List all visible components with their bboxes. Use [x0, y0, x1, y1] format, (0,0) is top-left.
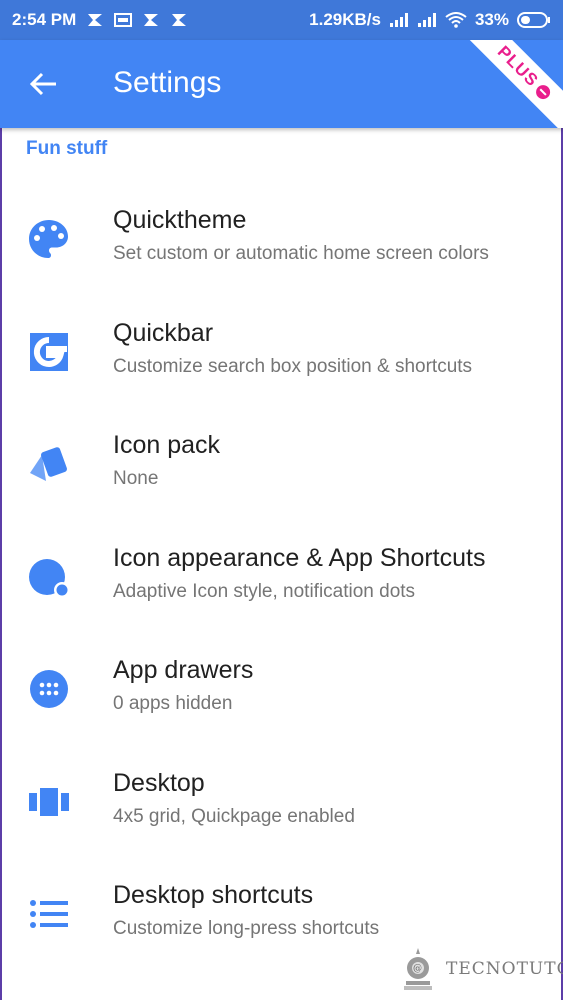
section-header: Fun stuff [26, 138, 108, 159]
item-subtitle: 0 apps hidden [113, 693, 233, 714]
app-bar: Settings PLUS [0, 40, 563, 128]
item-subtitle: None [113, 468, 159, 489]
watermark-logo-icon: @ [404, 948, 432, 990]
plus-badge-label: PLUS [493, 42, 543, 91]
list-item-desktop-shortcuts[interactable]: Desktop shortcuts Customize long-press s… [0, 841, 563, 954]
desktop-icon [29, 787, 69, 816]
item-title: Icon pack [113, 431, 221, 459]
list-item-icon-pack[interactable]: Icon pack None [0, 391, 563, 504]
signal-icon [417, 13, 436, 27]
item-title: Icon appearance & App Shortcuts [113, 543, 486, 572]
plus-badge: PLUS [460, 40, 563, 128]
watermark: @ TECNOTUTO [398, 944, 563, 994]
palette-icon [29, 220, 68, 258]
item-subtitle: 4x5 grid, Quickpage enabled [113, 805, 355, 827]
notification-icon [144, 14, 159, 26]
back-arrow-icon[interactable] [26, 66, 62, 102]
item-title: Quickbar [113, 318, 214, 347]
list-item-quicktheme[interactable]: Quicktheme Set custom or automatic home … [0, 166, 563, 279]
settings-list: Quicktheme Set custom or automatic home … [0, 166, 563, 954]
google-g-icon [30, 332, 68, 371]
app-drawer-icon [30, 670, 68, 708]
watermark-text: TECNOTUTO [446, 959, 563, 979]
item-subtitle: Customize long-press shortcuts [113, 918, 380, 939]
item-title: App drawers [113, 656, 254, 684]
network-speed: 1.29KB/s [309, 10, 381, 29]
list-item-app-drawers[interactable]: App drawers 0 apps hidden [0, 616, 563, 729]
wifi-icon [445, 12, 467, 28]
battery-percent: 33% [474, 10, 509, 29]
list-item-icon-appearance[interactable]: Icon appearance & App Shortcuts Adaptive… [0, 504, 563, 617]
list-item-quickbar[interactable]: Quickbar Customize search box position &… [0, 279, 563, 392]
status-bar: 2:54 PM 1.29KB/s 33% [0, 0, 563, 40]
icon-pack-icon [30, 447, 67, 481]
minus-circle-icon [532, 81, 553, 102]
item-subtitle: Set custom or automatic home screen colo… [113, 243, 489, 264]
item-subtitle: Customize search box position & shortcut… [113, 355, 473, 377]
notification-icon [172, 14, 187, 26]
list-icon [30, 900, 68, 928]
item-title: Quicktheme [113, 206, 247, 234]
item-title: Desktop [113, 768, 205, 797]
adaptive-icon [29, 558, 70, 598]
battery-icon [517, 12, 550, 28]
signal-icon [389, 13, 408, 27]
item-title: Desktop shortcuts [113, 881, 314, 909]
status-time: 2:54 PM [12, 10, 77, 29]
item-subtitle: Adaptive Icon style, notification dots [113, 580, 416, 602]
list-item-desktop[interactable]: Desktop 4x5 grid, Quickpage enabled [0, 729, 563, 842]
ftp-icon [114, 13, 133, 27]
page-title: Settings [113, 66, 222, 99]
svg-text:@: @ [413, 964, 423, 974]
notification-icon [88, 14, 103, 26]
